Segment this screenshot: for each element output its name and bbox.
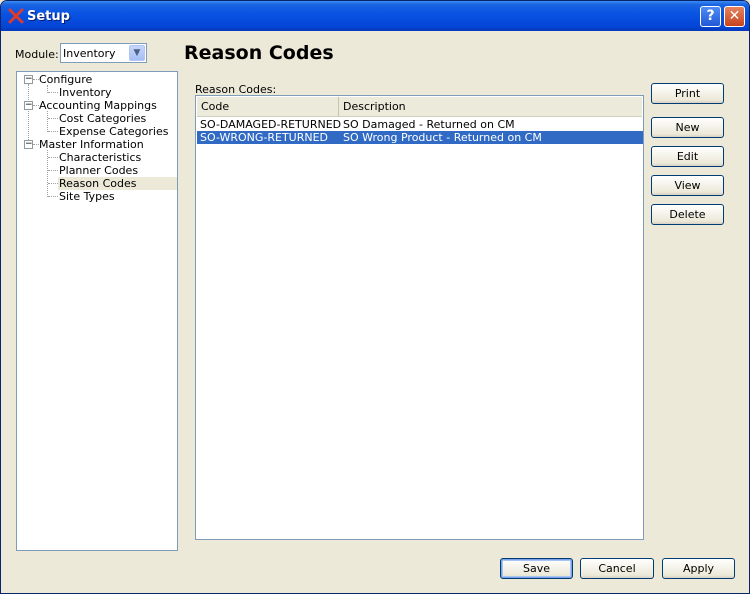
tree-connector bbox=[28, 84, 29, 144]
cancel-button[interactable]: Cancel bbox=[580, 558, 654, 579]
setup-window: Setup ? ✕ Module: Inventory ▼ − Configur… bbox=[0, 0, 750, 594]
tree-connector bbox=[48, 183, 58, 184]
page-title: Reason Codes bbox=[184, 42, 334, 64]
tree-connector bbox=[48, 131, 58, 132]
collapse-icon[interactable]: − bbox=[24, 75, 33, 84]
tree-item-configure[interactable]: Configure bbox=[39, 73, 92, 86]
tree-item-inventory[interactable]: Inventory bbox=[59, 86, 112, 99]
column-header-description[interactable]: Description bbox=[339, 97, 642, 117]
reason-codes-list[interactable]: Code Description SO-DAMAGED-RETURNED SO … bbox=[195, 95, 644, 540]
table-row[interactable]: SO-DAMAGED-RETURNED SO Damaged - Returne… bbox=[197, 118, 643, 131]
tree-connector bbox=[48, 118, 58, 119]
table-row-selected[interactable]: SO-WRONG-RETURNED SO Wrong Product - Ret… bbox=[197, 131, 643, 144]
new-button[interactable]: New bbox=[651, 117, 724, 138]
tree-connector bbox=[48, 92, 58, 93]
collapse-icon[interactable]: − bbox=[24, 140, 33, 149]
column-header-code[interactable]: Code bbox=[197, 97, 339, 117]
module-tree[interactable]: − Configure Inventory − Accounting Mappi… bbox=[16, 71, 178, 551]
list-header: Code Description bbox=[197, 97, 642, 117]
tree-connector bbox=[48, 157, 58, 158]
cell-code: SO-WRONG-RETURNED bbox=[200, 131, 329, 144]
tree-item-reason-codes[interactable]: Reason Codes bbox=[58, 177, 177, 190]
module-select[interactable]: Inventory ▼ bbox=[60, 43, 147, 63]
close-icon[interactable]: ✕ bbox=[724, 6, 745, 27]
module-label: Module: bbox=[15, 48, 59, 61]
view-button[interactable]: View bbox=[651, 175, 724, 196]
tree-item-cost-categories[interactable]: Cost Categories bbox=[59, 112, 146, 125]
cell-code: SO-DAMAGED-RETURNED bbox=[200, 118, 342, 131]
cell-description: SO Damaged - Returned on CM bbox=[343, 118, 515, 131]
app-x-icon bbox=[8, 8, 24, 24]
help-icon[interactable]: ? bbox=[700, 6, 721, 27]
print-button[interactable]: Print bbox=[651, 83, 724, 104]
apply-button[interactable]: Apply bbox=[662, 558, 735, 579]
tree-connector bbox=[48, 170, 58, 171]
tree-item-planner-codes[interactable]: Planner Codes bbox=[59, 164, 138, 177]
tree-item-accounting-mappings[interactable]: Accounting Mappings bbox=[39, 99, 157, 112]
title-bar[interactable]: Setup ? ✕ bbox=[1, 1, 749, 31]
save-button[interactable]: Save bbox=[500, 558, 573, 579]
tree-item-expense-categories[interactable]: Expense Categories bbox=[59, 125, 168, 138]
tree-connector bbox=[47, 111, 48, 132]
tree-connector bbox=[48, 196, 58, 197]
edit-button[interactable]: Edit bbox=[651, 146, 724, 167]
window-title: Setup bbox=[27, 9, 70, 24]
cell-description: SO Wrong Product - Returned on CM bbox=[343, 131, 542, 144]
tree-item-characteristics[interactable]: Characteristics bbox=[59, 151, 141, 164]
collapse-icon[interactable]: − bbox=[24, 101, 33, 110]
delete-button[interactable]: Delete bbox=[651, 204, 724, 225]
tree-item-master-information[interactable]: Master Information bbox=[39, 138, 144, 151]
module-value: Inventory bbox=[63, 47, 116, 60]
chevron-down-icon[interactable]: ▼ bbox=[129, 45, 145, 61]
tree-item-site-types[interactable]: Site Types bbox=[59, 190, 115, 203]
